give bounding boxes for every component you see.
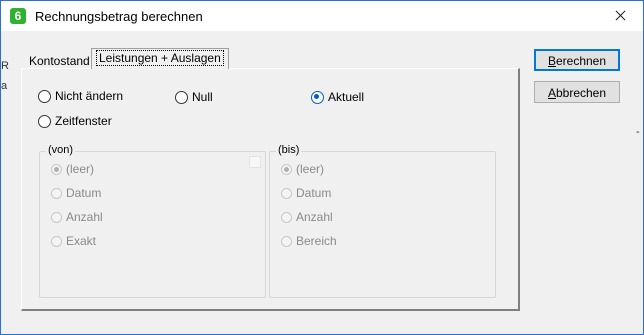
von-radio-leer[interactable]: (leer) bbox=[51, 162, 94, 176]
radio-label: Nicht ändern bbox=[55, 89, 124, 103]
radio-nicht-aendern[interactable]: Nicht ändern bbox=[38, 89, 123, 103]
bis-legend: (bis) bbox=[276, 144, 302, 156]
von-checkbox[interactable] bbox=[249, 156, 261, 168]
radio-label: Zeitfenster bbox=[55, 114, 112, 128]
tab-leistungen-auslagen[interactable]: Leistungen + Auslagen bbox=[91, 48, 229, 69]
berechnen-button[interactable]: Berechnen bbox=[534, 49, 620, 71]
abbrechen-button[interactable]: Abbrechen bbox=[534, 81, 620, 103]
von-legend: (von) bbox=[46, 144, 76, 156]
radio-label: Datum bbox=[66, 186, 102, 200]
radio-label: Anzahl bbox=[66, 210, 103, 224]
radio-circle bbox=[51, 235, 62, 247]
app-icon: 6 bbox=[10, 8, 26, 24]
radio-circle bbox=[175, 90, 188, 104]
tab-leistungen-label: Leistungen + Auslagen bbox=[96, 50, 224, 66]
close-icon[interactable] bbox=[597, 1, 643, 31]
bis-radio-datum[interactable]: Datum bbox=[281, 186, 331, 200]
radio-label: Null bbox=[192, 90, 213, 104]
radio-circle bbox=[281, 163, 292, 175]
radio-zeitfenster[interactable]: Zeitfenster bbox=[38, 114, 112, 128]
radio-circle bbox=[311, 90, 324, 104]
radio-circle bbox=[281, 211, 292, 223]
bis-radio-leer[interactable]: (leer) bbox=[281, 162, 324, 176]
von-radio-datum[interactable]: Datum bbox=[51, 186, 101, 200]
radio-aktuell[interactable]: Aktuell bbox=[311, 90, 364, 104]
radio-null[interactable]: Null bbox=[175, 90, 213, 104]
radio-circle bbox=[51, 211, 62, 223]
von-radio-exakt[interactable]: Exakt bbox=[51, 234, 96, 248]
window-title: Rechnungsbetrag berechnen bbox=[35, 9, 203, 24]
radio-label: (leer) bbox=[66, 162, 95, 176]
radio-circle bbox=[38, 89, 51, 103]
radio-label: Bereich bbox=[296, 234, 337, 248]
radio-circle bbox=[281, 235, 292, 247]
radio-circle bbox=[51, 187, 62, 199]
radio-label: Aktuell bbox=[328, 90, 365, 104]
radio-circle bbox=[281, 187, 292, 199]
radio-label: Anzahl bbox=[296, 210, 333, 224]
bis-radio-bereich[interactable]: Bereich bbox=[281, 234, 337, 248]
radio-label: (leer) bbox=[296, 162, 325, 176]
radio-label: Exakt bbox=[66, 234, 97, 248]
radio-circle bbox=[38, 114, 51, 128]
radio-circle bbox=[51, 163, 62, 175]
background-fragment: a bbox=[1, 80, 8, 92]
background-fragment: R bbox=[1, 60, 9, 72]
von-radio-anzahl[interactable]: Anzahl bbox=[51, 210, 103, 224]
background-fragment: - bbox=[636, 126, 640, 138]
berechnen-label: erechnen bbox=[555, 54, 607, 68]
berechnen-mnemonic: B bbox=[547, 54, 556, 68]
bis-radio-anzahl[interactable]: Anzahl bbox=[281, 210, 333, 224]
title-bar: 6 Rechnungsbetrag berechnen bbox=[1, 1, 643, 31]
abbrechen-mnemonic: A bbox=[547, 86, 556, 100]
abbrechen-label: bbrechen bbox=[555, 86, 607, 100]
radio-label: Datum bbox=[296, 186, 332, 200]
dialog-window: 6 Rechnungsbetrag berechnen Kontostand L… bbox=[0, 0, 644, 335]
